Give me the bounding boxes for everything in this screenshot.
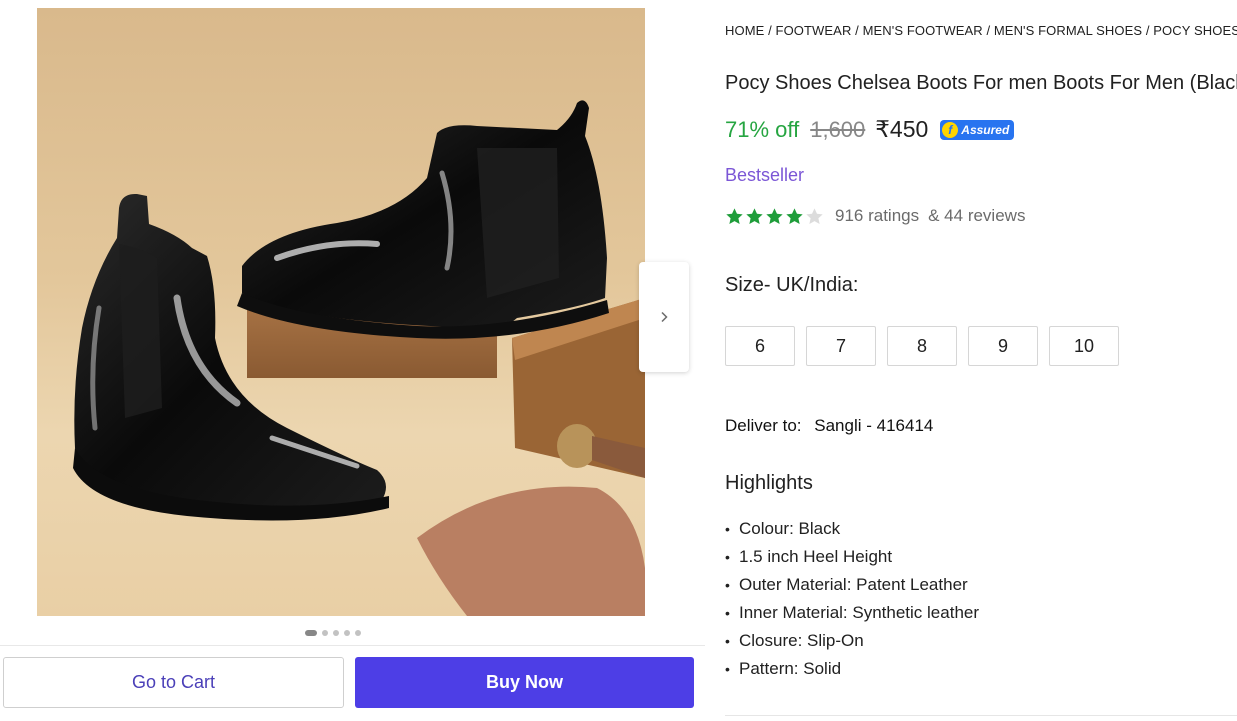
assured-badge: f Assured [940, 119, 1015, 140]
next-image-button[interactable] [639, 262, 689, 372]
highlight-item: • Outer Material: Patent Leather [725, 573, 979, 601]
product-image[interactable] [37, 8, 645, 616]
product-title: Pocy Shoes Chelsea Boots For men Boots F… [725, 72, 1237, 94]
carousel-dot[interactable] [333, 630, 339, 636]
selling-price: ₹450 [875, 116, 929, 142]
star-filled-icon [726, 207, 743, 224]
carousel-dot[interactable] [355, 630, 361, 636]
highlight-text: Inner Material: Synthetic leather [739, 603, 980, 622]
star-rating [725, 207, 824, 226]
highlights-list: • Colour: Black • 1.5 inch Heel Height • Ou… [725, 517, 979, 685]
star-filled-icon [746, 207, 763, 224]
ratings-count: 916 ratings [835, 206, 920, 225]
star-filled-icon [766, 207, 783, 224]
size-option[interactable]: 8 [887, 326, 957, 366]
size-option[interactable]: 7 [806, 326, 876, 366]
delivery-location[interactable]: Deliver to: Sangli - 416414 [725, 416, 933, 436]
highlights-title: Highlights [725, 472, 813, 494]
divider [0, 645, 705, 646]
highlight-item: • 1.5 inch Heel Height [725, 545, 979, 573]
highlight-text: Closure: Slip-On [739, 631, 864, 650]
size-label: Size- UK/India: [725, 274, 859, 296]
size-option[interactable]: 9 [968, 326, 1038, 366]
highlight-text: Colour: Black [739, 519, 841, 538]
rating-row[interactable]: 916 ratings & 44 reviews [725, 206, 1025, 226]
carousel-dot[interactable] [344, 630, 350, 636]
carousel-dot[interactable] [305, 630, 317, 636]
chevron-right-icon [661, 311, 668, 323]
assured-label: Assured [961, 122, 1010, 137]
delivery-pincode: Sangli - 416414 [814, 416, 934, 435]
bestseller-tag: Bestseller [725, 165, 805, 185]
carousel-dots [305, 630, 361, 636]
highlight-item: • Inner Material: Synthetic leather [725, 601, 979, 629]
size-option[interactable]: 6 [725, 326, 795, 366]
boots-illustration [73, 100, 645, 616]
highlight-item: • Closure: Slip-On [725, 629, 979, 657]
product-gallery: Go to Cart Buy Now [0, 0, 705, 721]
size-option[interactable]: 10 [1049, 326, 1119, 366]
size-selector: 6 7 8 9 10 [725, 326, 1119, 366]
discount-percent: 71% off [725, 116, 800, 142]
highlight-text: Pattern: Solid [739, 659, 842, 678]
deliver-to-label: Deliver to: [725, 416, 802, 435]
buy-now-button[interactable]: Buy Now [355, 657, 694, 708]
breadcrumb[interactable]: HOME / FOOTWEAR / MEN'S FOOTWEAR / MEN'S… [725, 23, 1237, 38]
star-empty-icon [806, 207, 823, 224]
go-to-cart-button[interactable]: Go to Cart [3, 657, 344, 708]
highlight-text: 1.5 inch Heel Height [739, 547, 893, 566]
price-row: 71% off 1,600 ₹450 f Assured [725, 116, 1015, 143]
divider [725, 715, 1237, 716]
highlight-text: Outer Material: Patent Leather [739, 575, 968, 594]
assured-logo-icon: f [942, 121, 959, 138]
carousel-dot[interactable] [322, 630, 328, 636]
highlight-item: • Pattern: Solid [725, 657, 979, 685]
highlight-item: • Colour: Black [725, 517, 979, 545]
product-details: HOME / FOOTWEAR / MEN'S FOOTWEAR / MEN'S… [725, 0, 1237, 721]
star-filled-icon [786, 207, 803, 224]
original-price: 1,600 [810, 116, 866, 142]
reviews-count: & 44 reviews [928, 206, 1026, 225]
